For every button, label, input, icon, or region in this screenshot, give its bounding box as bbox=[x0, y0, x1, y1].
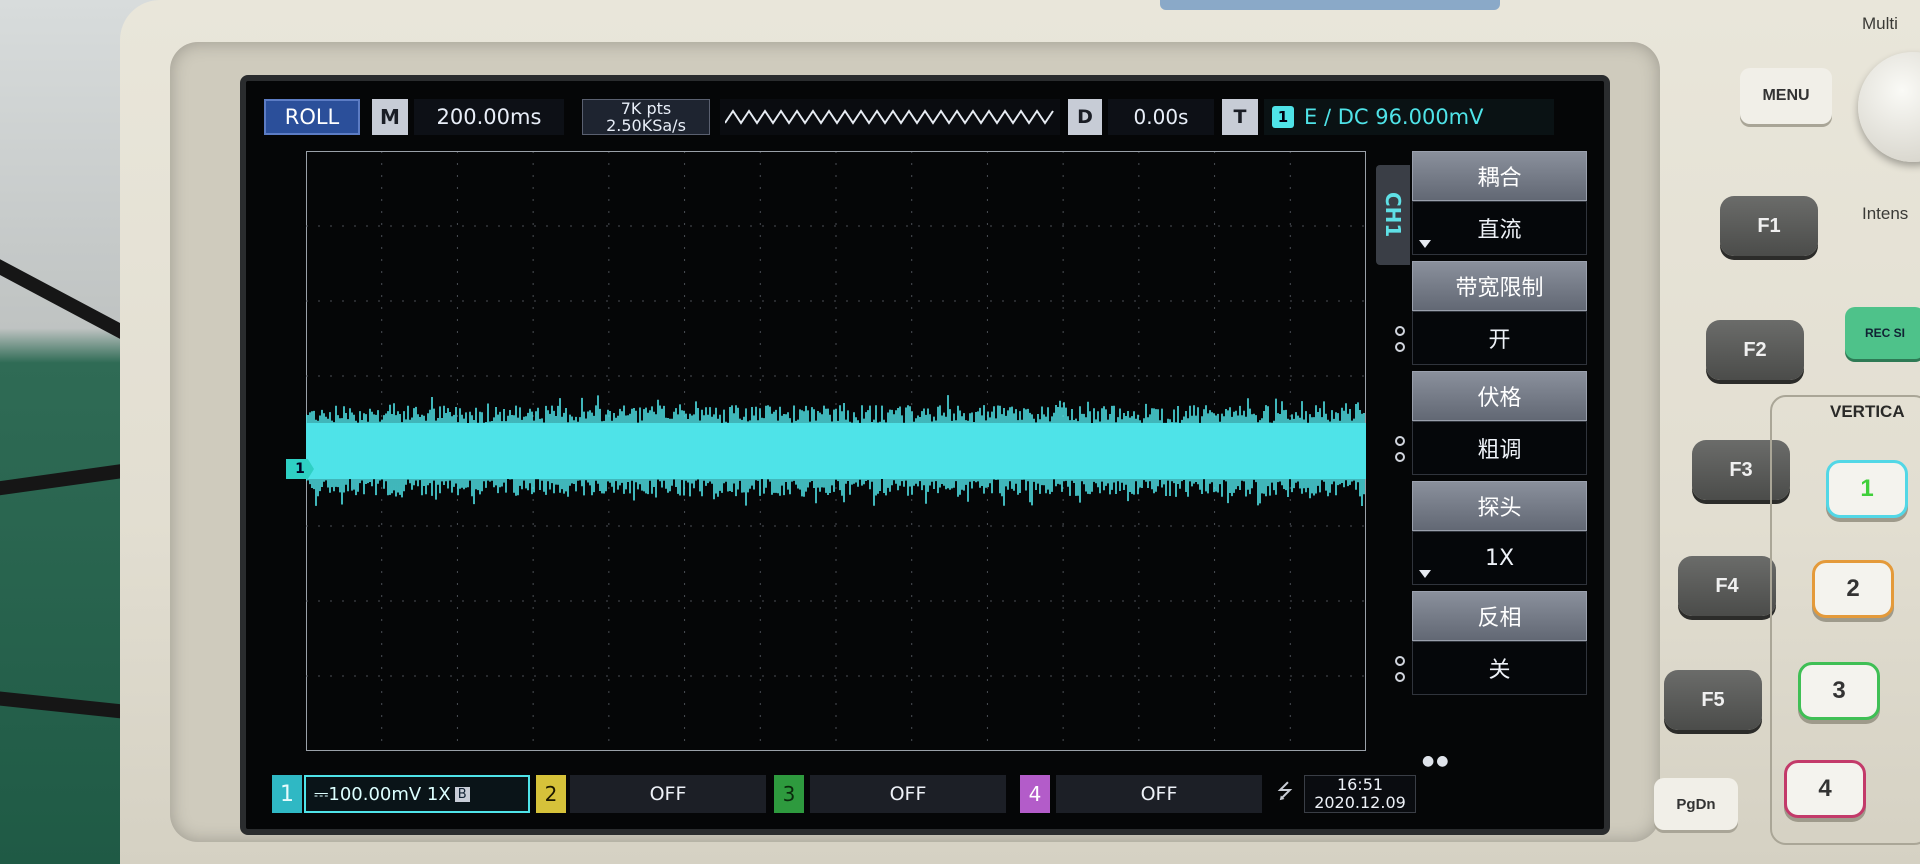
trigger-channel-badge: 1 bbox=[1272, 106, 1294, 128]
delay-icon: D bbox=[1068, 99, 1102, 135]
waveform-graticule bbox=[306, 151, 1366, 751]
usb-icon: ⭍ bbox=[1276, 779, 1294, 803]
ch2-button[interactable]: 2 bbox=[1812, 560, 1894, 618]
trigger-icon: T bbox=[1222, 99, 1258, 135]
menu-value-text: 粗调 bbox=[1477, 438, 1522, 463]
menu-header: 耦合 bbox=[1412, 151, 1587, 201]
main-timebase-icon: M bbox=[372, 99, 408, 135]
knob-indicator-icon bbox=[1395, 452, 1405, 462]
timebase-value: 200.00ms bbox=[414, 99, 564, 135]
knob-indicator-icon bbox=[1395, 436, 1405, 446]
menu-item-bandwidth-limit[interactable]: 带宽限制 开 bbox=[1395, 261, 1587, 365]
menu-header: 探头 bbox=[1412, 481, 1587, 531]
menu-page-indicator: ●● bbox=[1422, 753, 1451, 769]
ch4-button[interactable]: 4 bbox=[1784, 760, 1866, 818]
menu-header: 伏格 bbox=[1412, 371, 1587, 421]
menu-value: 直流 bbox=[1412, 201, 1587, 255]
oscilloscope-screen: ROLL M 200.00ms 7K pts 2.50KSa/s D 0.00s… bbox=[240, 75, 1610, 835]
dropdown-arrow-icon bbox=[1419, 240, 1431, 248]
menu-value-text: 1X bbox=[1484, 545, 1515, 571]
menu-item-coupling[interactable]: 耦合 直流 bbox=[1412, 151, 1587, 255]
ch1-settings[interactable]: ⎓100.00mV 1X B bbox=[304, 775, 530, 813]
menu-item-invert[interactable]: 反相 关 bbox=[1395, 591, 1587, 695]
ch2-badge[interactable]: 2 bbox=[536, 775, 566, 813]
page-down-button[interactable]: PgDn bbox=[1654, 778, 1738, 830]
brand-strip bbox=[1160, 0, 1500, 10]
acquisition-info: 7K pts 2.50KSa/s bbox=[582, 99, 710, 135]
ch1-settings-menu: CH1 耦合 直流 带宽限制 开 伏格 粗调 探头 1X 反相 关 bbox=[1376, 143, 1596, 723]
knob-indicator-icon bbox=[1395, 656, 1405, 666]
record-button[interactable]: REC SI bbox=[1845, 307, 1920, 359]
intensity-label: Intens bbox=[1862, 204, 1909, 223]
ch4-state[interactable]: OFF bbox=[1056, 775, 1262, 813]
delay-value: 0.00s bbox=[1108, 99, 1214, 135]
multi-knob-label: Multi bbox=[1862, 14, 1898, 33]
memory-overview-wave-icon bbox=[720, 99, 1060, 135]
menu-value: 开 bbox=[1395, 311, 1587, 365]
ch1-scale: ⎓100.00mV 1X bbox=[314, 783, 451, 805]
roll-mode-indicator: ROLL bbox=[264, 99, 360, 135]
f2-button[interactable]: F2 bbox=[1706, 320, 1804, 380]
menu-value-text: 关 bbox=[1488, 658, 1511, 683]
menu-value: 粗调 bbox=[1395, 421, 1587, 475]
status-bar: ROLL M 200.00ms 7K pts 2.50KSa/s D 0.00s… bbox=[264, 99, 1586, 139]
menu-channel-tab: CH1 bbox=[1376, 165, 1410, 265]
channel-status-bar: 1 ⎓100.00mV 1X B 2 OFF 3 OFF 4 OFF ⭍ 16:… bbox=[264, 775, 1586, 815]
ch1-button-label: 1 bbox=[1860, 475, 1874, 502]
knob-indicator-icon bbox=[1395, 342, 1405, 352]
ch2-state[interactable]: OFF bbox=[570, 775, 766, 813]
menu-value-text: 开 bbox=[1488, 328, 1511, 353]
ch1-button[interactable]: 1 bbox=[1826, 460, 1908, 518]
menu-item-probe[interactable]: 探头 1X bbox=[1412, 481, 1587, 585]
vertical-section-label: VERTICA bbox=[1830, 402, 1905, 421]
knob-indicator-icon bbox=[1395, 326, 1405, 336]
ch4-badge[interactable]: 4 bbox=[1020, 775, 1050, 813]
dropdown-arrow-icon bbox=[1419, 570, 1431, 578]
knob-indicator-icon bbox=[1395, 672, 1405, 682]
f4-button[interactable]: F4 bbox=[1678, 556, 1776, 616]
menu-value-text: 直流 bbox=[1477, 218, 1522, 243]
sample-rate: 2.50KSa/s bbox=[606, 116, 686, 135]
clock: 16:51 2020.12.09 bbox=[1304, 775, 1416, 813]
menu-value: 关 bbox=[1395, 641, 1587, 695]
trigger-status: 1 E ∕ DC 96.000mV bbox=[1264, 99, 1554, 135]
ch3-badge[interactable]: 3 bbox=[774, 775, 804, 813]
clock-time: 16:51 bbox=[1336, 775, 1384, 794]
menu-value: 1X bbox=[1412, 531, 1587, 585]
menu-item-volts-div[interactable]: 伏格 粗调 bbox=[1395, 371, 1587, 475]
menu-header: 反相 bbox=[1412, 591, 1587, 641]
memory-depth: 7K pts bbox=[620, 99, 672, 118]
bandwidth-limit-badge: B bbox=[454, 786, 470, 802]
f1-button[interactable]: F1 bbox=[1720, 196, 1818, 256]
menu-button[interactable]: MENU bbox=[1740, 68, 1832, 124]
menu-header: 带宽限制 bbox=[1412, 261, 1587, 311]
ch1-badge[interactable]: 1 bbox=[272, 775, 302, 813]
ch3-state[interactable]: OFF bbox=[810, 775, 1006, 813]
ch3-button[interactable]: 3 bbox=[1798, 662, 1880, 720]
clock-date: 2020.12.09 bbox=[1314, 793, 1406, 812]
f5-button[interactable]: F5 bbox=[1664, 670, 1762, 730]
trigger-settings: E ∕ DC 96.000mV bbox=[1304, 105, 1484, 129]
